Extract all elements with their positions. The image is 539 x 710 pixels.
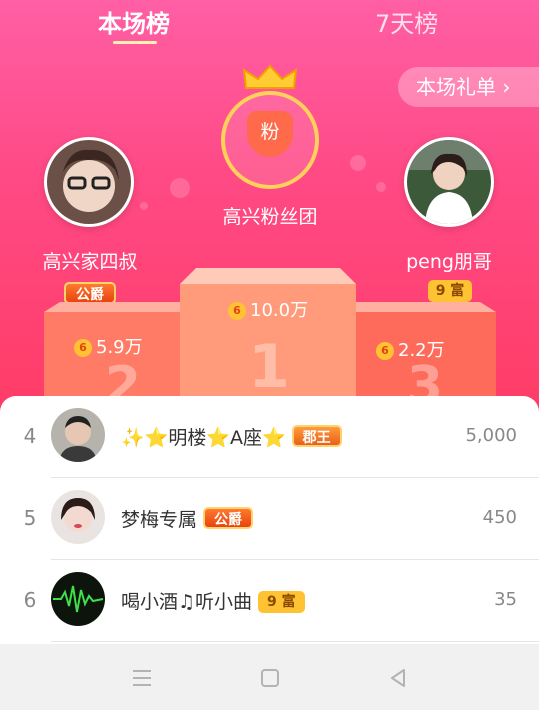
decorative-bubble (170, 178, 190, 198)
tab-this-session[interactable]: 本场榜 (98, 4, 170, 39)
list-item-name: 喝小酒♫听小曲 (121, 591, 253, 613)
leaderboard-hero: 本场榜 7天榜 本场礼单 › 粉 高兴粉丝团 高兴家四叔 公爵 peng朋哥 9… (0, 0, 539, 430)
ranking-tabs: 本场榜 7天榜 (0, 0, 539, 46)
list-item[interactable]: 4 ✨⭐明楼⭐A座⭐ 郡王 5,000 (0, 396, 539, 478)
decorative-bubble (376, 182, 386, 192)
decorative-bubble (140, 202, 148, 210)
decorative-bubble (350, 155, 366, 171)
avatar[interactable] (51, 572, 105, 626)
crown-icon (242, 64, 298, 89)
tab-7-days[interactable]: 7天榜 (375, 4, 438, 39)
avatar (47, 140, 131, 224)
second-place-avatar[interactable] (44, 137, 134, 227)
list-item-value: 5,000 (465, 425, 517, 446)
second-place-score: 6 5.9万 (74, 333, 143, 359)
home-square-icon[interactable] (258, 666, 282, 690)
back-triangle-icon[interactable] (386, 666, 410, 690)
list-item-name-line: 喝小酒♫听小曲 9 富 (121, 587, 305, 614)
first-place-score: 6 10.0万 (228, 296, 308, 322)
third-place-score: 6 2.2万 (376, 336, 445, 362)
first-place-score-value: 10.0万 (250, 300, 309, 321)
list-item-rank-badge: 郡王 (291, 425, 342, 447)
active-tab-indicator (113, 41, 157, 44)
list-item[interactable]: 5 梦梅专属 公爵 450 (0, 478, 539, 560)
menu-icon[interactable] (130, 666, 154, 690)
list-item-rank-badge: 9 富 (258, 591, 305, 613)
coin-icon: 6 (376, 342, 394, 360)
list-item-name: 梦梅专属 (121, 509, 198, 531)
list-item-name-line: ✨⭐明楼⭐A座⭐ 郡王 (121, 423, 342, 450)
list-item-rank: 5 (23, 506, 37, 530)
fan-club-title: 高兴粉丝团 (222, 206, 318, 228)
fan-gem-icon: 粉 (247, 111, 293, 157)
row-divider (51, 641, 539, 642)
list-item[interactable]: 6 喝小酒♫听小曲 9 富 35 (0, 560, 539, 642)
list-item-name: ✨⭐明楼⭐A座⭐ (121, 427, 286, 449)
ranking-list: 4 ✨⭐明楼⭐A座⭐ 郡王 5,000 5 梦梅专属 公爵 450 6 喝小酒♫… (0, 396, 539, 644)
list-item-value: 450 (482, 507, 517, 528)
podium-rank-1: 1 (248, 332, 290, 402)
list-item-name-line: 梦梅专属 公爵 (121, 505, 254, 532)
fan-club-emblem[interactable]: 粉 (221, 91, 319, 189)
gift-list-button[interactable]: 本场礼单 › (398, 67, 539, 107)
third-place-avatar[interactable] (404, 137, 494, 227)
third-place-score-value: 2.2万 (398, 340, 445, 361)
avatar[interactable] (51, 408, 105, 462)
coin-icon: 6 (74, 339, 92, 357)
second-place-score-value: 5.9万 (96, 337, 143, 358)
avatar (407, 140, 491, 224)
list-item-value: 35 (494, 589, 517, 610)
list-item-rank-badge: 公爵 (203, 507, 254, 529)
list-item-rank: 6 (23, 588, 37, 612)
coin-icon: 6 (228, 302, 246, 320)
avatar[interactable] (51, 490, 105, 544)
system-navigation-bar (0, 644, 539, 710)
list-item-rank: 4 (23, 424, 37, 448)
